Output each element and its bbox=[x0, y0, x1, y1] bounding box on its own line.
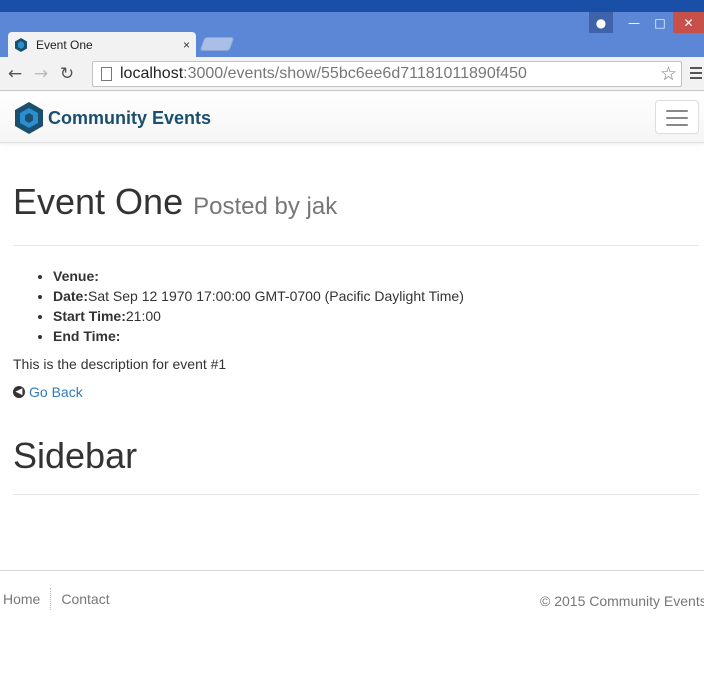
site-footer: Home Contact © 2015 Community Events bbox=[0, 570, 704, 630]
copyright-text: © 2015 Community Events bbox=[540, 593, 704, 609]
detail-label: Venue: bbox=[53, 268, 99, 284]
address-bar[interactable]: localhost:3000/events/show/55bc6ee6d7118… bbox=[92, 61, 682, 87]
browser-tab[interactable]: Event One × bbox=[8, 32, 196, 58]
site-navbar: Community Events bbox=[0, 92, 704, 143]
bookmark-star-icon[interactable]: ☆ bbox=[660, 63, 677, 85]
posted-by: Posted by jak bbox=[193, 193, 338, 220]
detail-label: Start Time: bbox=[53, 308, 126, 324]
footer-links: Home Contact bbox=[3, 588, 110, 610]
brand-name: Community Events bbox=[48, 107, 212, 128]
close-window-icon[interactable]: ✕ bbox=[673, 12, 704, 33]
event-details-list: Venue: Date:Sat Sep 12 1970 17:00:00 GMT… bbox=[13, 266, 699, 346]
browser-menu-icon[interactable] bbox=[690, 67, 702, 82]
divider bbox=[13, 245, 699, 246]
navbar-toggle-button[interactable] bbox=[655, 100, 699, 134]
window-controls: ● — □ ✕ bbox=[589, 12, 704, 33]
tab-title: Event One bbox=[36, 38, 93, 52]
url-path: :3000/events/show/55bc6ee6d71181011890f4… bbox=[183, 65, 527, 82]
sidebar-title: Sidebar bbox=[13, 435, 138, 476]
page-title: Event One Posted by jak bbox=[13, 180, 699, 229]
divider bbox=[13, 494, 699, 495]
minimize-icon[interactable]: — bbox=[621, 12, 647, 33]
footer-link-contact[interactable]: Contact bbox=[61, 591, 109, 610]
detail-value: Sat Sep 12 1970 17:00:00 GMT-0700 (Pacif… bbox=[88, 288, 464, 304]
new-tab-button[interactable] bbox=[199, 37, 235, 51]
browser-toolbar: ← → ↻ localhost:3000/events/show/55bc6ee… bbox=[0, 57, 704, 91]
detail-date: Date:Sat Sep 12 1970 17:00:00 GMT-0700 (… bbox=[53, 286, 699, 306]
url-host: localhost bbox=[120, 65, 184, 82]
detail-label: Date: bbox=[53, 288, 89, 304]
reload-icon[interactable]: ↻ bbox=[56, 63, 78, 85]
detail-value: 21:00 bbox=[125, 308, 161, 324]
circle-arrow-left-icon: ◀ bbox=[13, 386, 25, 398]
maximize-icon[interactable]: □ bbox=[647, 12, 673, 33]
back-arrow-icon[interactable]: ← bbox=[4, 63, 26, 85]
page-icon bbox=[101, 67, 112, 81]
detail-label: End Time: bbox=[53, 328, 121, 344]
detail-venue: Venue: bbox=[53, 266, 699, 286]
event-description: This is the description for event #1 bbox=[13, 356, 227, 372]
detail-start-time: Start Time:21:00 bbox=[53, 306, 699, 326]
detail-end-time: End Time: bbox=[53, 326, 699, 346]
browser-titlebar: ● — □ ✕ Event One × bbox=[0, 0, 704, 62]
go-back-link[interactable]: ◀ Go Back bbox=[13, 384, 699, 400]
desktop-strip bbox=[0, 0, 704, 12]
go-back-text[interactable]: Go Back bbox=[29, 384, 83, 400]
tab-close-icon[interactable]: × bbox=[183, 38, 190, 52]
footer-link-home[interactable]: Home bbox=[3, 591, 40, 610]
brand-logo-icon bbox=[15, 102, 43, 134]
brand-link[interactable]: Community Events bbox=[14, 102, 211, 134]
forward-arrow-icon[interactable]: → bbox=[30, 63, 52, 85]
profile-icon[interactable]: ● bbox=[589, 12, 613, 33]
footer-separator bbox=[50, 588, 52, 610]
main-content: Event One Posted by jak Venue: Date:Sat … bbox=[13, 180, 699, 495]
site-favicon-icon bbox=[15, 38, 27, 52]
event-title: Event One bbox=[13, 181, 184, 222]
